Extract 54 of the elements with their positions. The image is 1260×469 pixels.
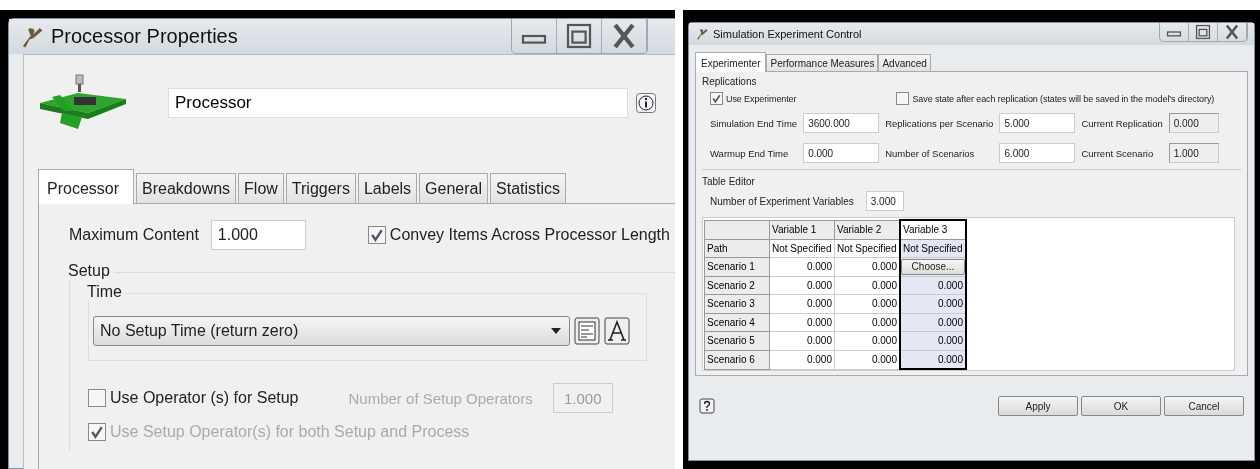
input-field[interactable]: 3600.000 [803, 113, 880, 133]
input-field[interactable]: 1.000 [210, 220, 306, 250]
check-icon [89, 424, 105, 440]
tab[interactable]: Processor [38, 169, 135, 204]
field-label: Warmup End Time [710, 147, 790, 159]
input-field[interactable]: 0.000 [803, 143, 880, 163]
tab[interactable]: Advanced [878, 54, 931, 71]
dialog-button[interactable]: Apply [998, 396, 1078, 416]
input-field[interactable]: 3.000 [865, 191, 904, 211]
help-icon [699, 398, 715, 414]
dialog-button[interactable]: OK [1081, 396, 1161, 416]
tab[interactable]: Labels [357, 173, 418, 203]
check-icon [368, 227, 385, 243]
code-template-icon [574, 317, 600, 345]
tab[interactable]: Flow [238, 173, 284, 203]
field-label: Number of Setup Operators [348, 389, 533, 407]
dropdown[interactable]: No Setup Time (return zero) [93, 316, 570, 346]
name-field[interactable]: Processor [168, 88, 628, 118]
window-title: Processor Properties [51, 25, 239, 48]
field-label: Maximum Content [69, 226, 199, 244]
tab[interactable]: Triggers [285, 173, 356, 203]
input-field[interactable]: 5.000 [999, 113, 1076, 133]
section-label: Replications [702, 76, 758, 87]
choose-button[interactable]: Choose... [901, 258, 965, 275]
tab[interactable]: Performance Measures [766, 54, 879, 71]
column-header[interactable]: Variable 1 [769, 220, 835, 239]
app-icon [695, 27, 709, 41]
group-label: Time [87, 283, 126, 301]
field-label: Number of Experiment Variables [710, 195, 854, 207]
checkbox[interactable]: Use Experimenter [710, 92, 797, 105]
group-label: Setup [68, 262, 114, 280]
info-icon [636, 92, 656, 114]
dialog-button[interactable]: Cancel [1164, 396, 1244, 416]
input-field[interactable]: 6.000 [999, 143, 1076, 163]
window-title: Simulation Experiment Control [713, 28, 863, 40]
column-header[interactable]: Variable 2 [834, 220, 900, 239]
column-header[interactable]: Variable 3 [900, 220, 966, 239]
tab[interactable]: Breakdowns [136, 173, 237, 203]
field-label: Simulation End Time [710, 117, 798, 129]
caret-icon [551, 328, 561, 334]
checkbox[interactable]: Save state after each replication (states will be saved in the model's directory) [896, 92, 1215, 105]
tab[interactable]: General [419, 173, 489, 203]
checkbox[interactable]: Use Operator (s) for Setup [88, 389, 299, 407]
field-label: Replications per Scenario [885, 117, 994, 129]
tab[interactable]: Experimenter [695, 52, 767, 72]
checkbox[interactable]: Convey Items Across Processor Length [367, 226, 670, 244]
field-label: Current Replication [1081, 117, 1163, 129]
section-label: Table Editor [702, 176, 756, 187]
field-label: Number of Scenarios [885, 147, 976, 159]
field-label: Current Scenario [1081, 147, 1155, 159]
header-cell [704, 220, 770, 239]
tab[interactable]: Statistics [490, 173, 567, 203]
check-icon [711, 93, 722, 104]
font-a-icon [604, 317, 630, 345]
